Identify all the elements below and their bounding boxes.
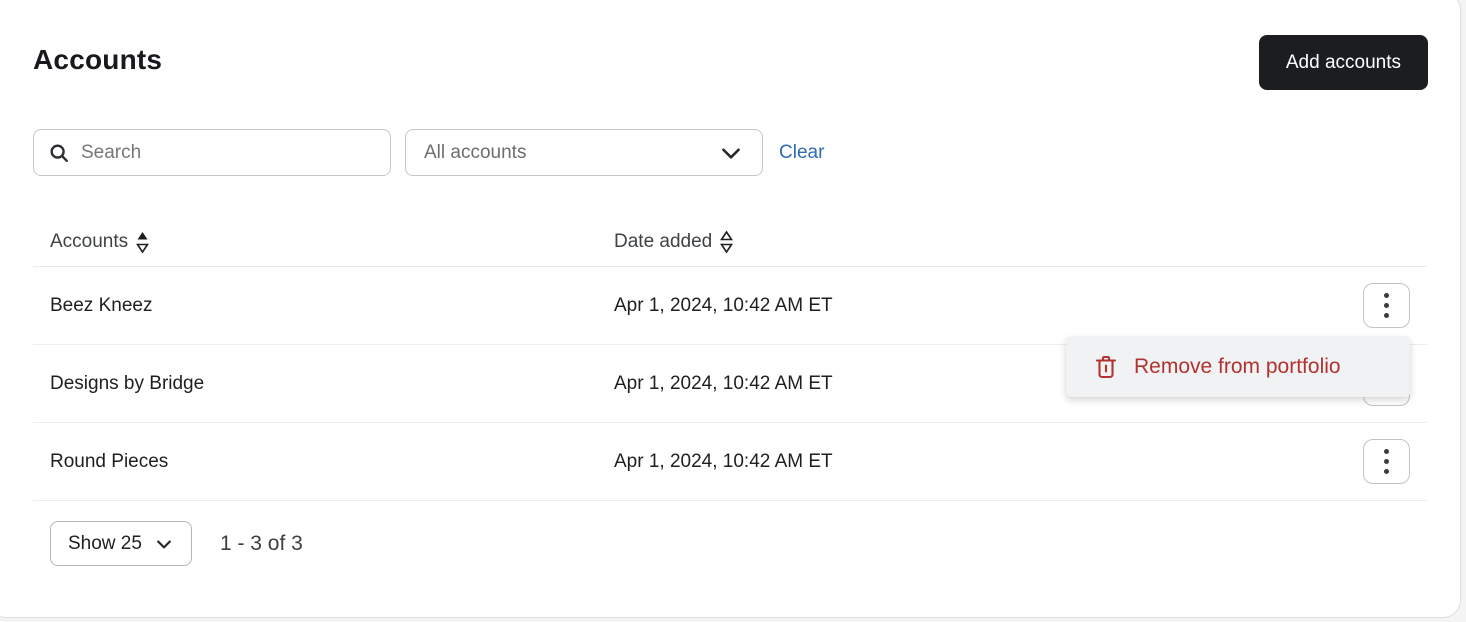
account-name: Designs by Bridge (33, 373, 614, 395)
account-filter-select[interactable]: All accounts (405, 129, 763, 176)
column-header-accounts[interactable]: Accounts (33, 229, 614, 255)
search-box[interactable] (33, 129, 391, 176)
date-added: Apr 1, 2024, 10:42 AM ET (614, 451, 1363, 473)
table-row: Round Pieces Apr 1, 2024, 10:42 AM ET (33, 423, 1427, 501)
context-menu-item-label: Remove from portfolio (1134, 355, 1341, 379)
page-title: Accounts (33, 44, 162, 76)
filter-bar: All accounts Clear (33, 129, 824, 176)
trash-icon (1094, 354, 1118, 380)
date-added: Apr 1, 2024, 10:42 AM ET (614, 295, 1363, 317)
row-actions-kebab-button[interactable] (1363, 439, 1410, 484)
sort-ascending-icon[interactable] (136, 229, 149, 255)
chevron-down-icon (718, 140, 744, 166)
pagination-bar: Show 25 1 - 3 of 3 (50, 521, 303, 566)
clear-filters-link[interactable]: Clear (779, 142, 824, 164)
account-name: Beez Kneez (33, 295, 614, 317)
account-name: Round Pieces (33, 451, 614, 473)
page-size-select[interactable]: Show 25 (50, 521, 192, 566)
search-icon (48, 142, 70, 164)
chevron-down-icon (154, 534, 174, 554)
accounts-page: Accounts Add accounts All accounts Clear (0, 0, 1466, 622)
table-row: Beez Kneez Apr 1, 2024, 10:42 AM ET (33, 267, 1427, 345)
kebab-icon (1384, 449, 1389, 454)
sort-unsorted-icon[interactable] (720, 229, 733, 255)
row-actions-kebab-button[interactable] (1363, 283, 1410, 328)
table-header-row: Accounts Date added (33, 218, 1427, 267)
row-context-menu-item-remove-from-portfolio[interactable]: Remove from portfolio (1066, 337, 1410, 397)
kebab-icon (1384, 293, 1389, 298)
account-filter-value: All accounts (424, 142, 526, 164)
add-accounts-button[interactable]: Add accounts (1259, 35, 1428, 90)
page-size-label: Show 25 (68, 533, 142, 555)
column-header-date-added[interactable]: Date added (614, 229, 1363, 255)
search-input[interactable] (81, 142, 376, 164)
column-header-label: Accounts (50, 231, 128, 253)
pagination-range-label: 1 - 3 of 3 (220, 532, 303, 556)
column-header-label: Date added (614, 231, 712, 253)
